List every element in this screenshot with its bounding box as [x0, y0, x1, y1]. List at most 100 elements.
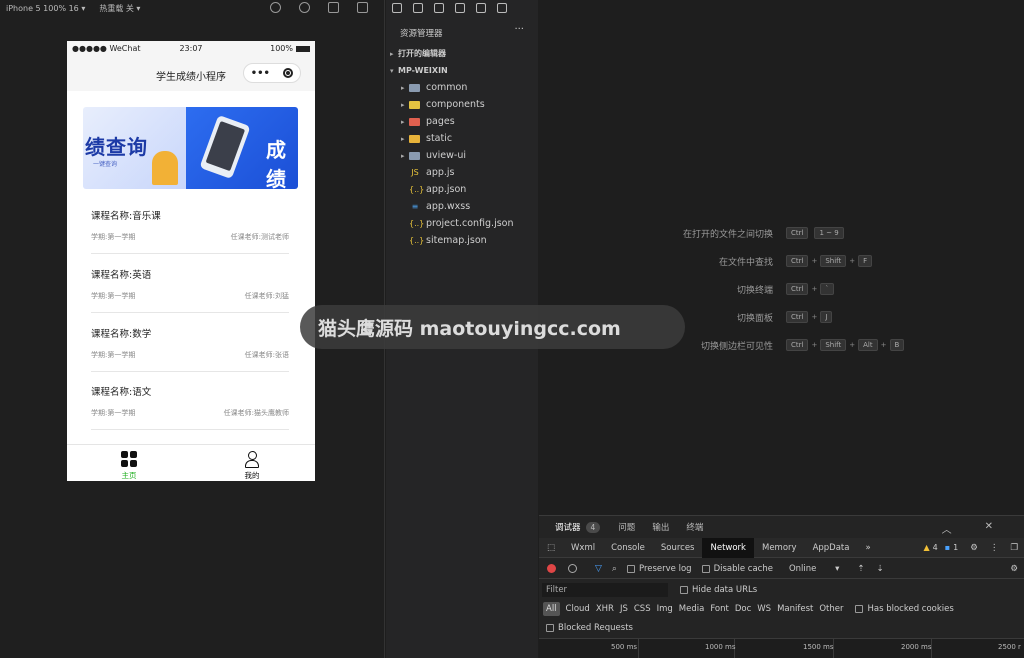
hotreload-select[interactable]: 热重载 关 ▾	[99, 3, 140, 14]
course-item[interactable]: 课程名称:语文 学期:第一学期 任课老师:猫头鹰教师	[91, 378, 289, 430]
tree-item-label: components	[426, 99, 485, 110]
tab-home-label: 主页	[121, 471, 137, 480]
timeline-label: 1000 ms	[705, 643, 736, 651]
type-filter-doc[interactable]: Doc	[735, 604, 751, 614]
blocked-requests-label: Blocked Requests	[558, 623, 633, 633]
close-miniprogram-icon[interactable]	[283, 68, 294, 78]
banner-image[interactable]: 绩查询 一键查询 成绩	[83, 107, 298, 189]
gear-icon[interactable]: ⚙	[964, 538, 984, 558]
panel-tabs: 调试器 4 问题 输出 终端 ︿ ✕	[539, 516, 1024, 538]
stop-icon[interactable]	[299, 2, 310, 13]
tab-memory[interactable]: Memory	[754, 538, 805, 558]
record-icon[interactable]	[547, 564, 556, 573]
editor-area: 在打开的文件之间切换 Ctrl 1 ~ 9 在文件中查找 Ctrl + Shift…	[539, 0, 1024, 515]
shortcut-hint: 在打开的文件之间切换 Ctrl 1 ~ 9	[619, 226, 1019, 240]
tree-item-common[interactable]: ▸ common	[401, 82, 553, 93]
type-filter-img[interactable]: Img	[657, 604, 673, 614]
tab-sources[interactable]: Sources	[653, 538, 703, 558]
type-filter-xhr[interactable]: XHR	[596, 604, 614, 614]
blocked-cookies-checkbox[interactable]: Has blocked cookies	[855, 604, 954, 614]
tab-mine-label: 我的	[244, 471, 260, 480]
tree-item-uview-ui[interactable]: ▸ uview-ui	[401, 150, 553, 161]
type-filter-all[interactable]: All	[543, 602, 560, 616]
phone-icon[interactable]	[328, 2, 339, 13]
issues-counter[interactable]: ▲ 4 ▪ 1	[923, 543, 964, 552]
json-file-icon: {..}	[409, 219, 425, 228]
course-item[interactable]: 课程名称:英语 学期:第一学期 任课老师:刘猛	[91, 261, 289, 313]
open-editors-section[interactable]: ▸ 打开的编辑器	[390, 48, 542, 59]
export-icon[interactable]: ⇣	[877, 564, 884, 574]
device-select[interactable]: iPhone 5 100% 16 ▾	[6, 4, 85, 13]
throttle-select[interactable]: Online ▾	[789, 564, 839, 574]
refresh-icon[interactable]	[270, 2, 281, 13]
tree-item-label: project.config.json	[426, 218, 514, 229]
chevron-up-icon[interactable]: ︿	[942, 521, 952, 536]
folder-icon	[409, 83, 420, 92]
banner-right-title: 成绩	[266, 138, 286, 189]
type-filter-other[interactable]: Other	[819, 604, 843, 614]
more-icon[interactable]: •••	[251, 68, 270, 79]
import-icon[interactable]: ⇡	[857, 564, 864, 574]
window-icon[interactable]	[357, 2, 368, 13]
kebab-menu-icon[interactable]: ⋮	[984, 538, 1005, 558]
source-control-icon[interactable]	[434, 3, 444, 13]
hide-data-urls-checkbox[interactable]: Hide data URLs	[680, 585, 757, 595]
more-actions-icon[interactable]: ···	[514, 24, 524, 35]
tree-item-static[interactable]: ▸ static	[401, 133, 553, 144]
type-filter-manifest[interactable]: Manifest	[777, 604, 813, 614]
tab-network[interactable]: Network	[702, 537, 754, 558]
debug-icon[interactable]	[455, 3, 465, 13]
filter-icon[interactable]: ▽	[595, 564, 602, 574]
dock-icon[interactable]: ❐	[1004, 538, 1024, 558]
network-settings-icon[interactable]: ⚙	[1010, 564, 1018, 574]
search-icon[interactable]: ⌕	[612, 564, 617, 574]
chevron-down-icon: ▾	[390, 66, 394, 75]
close-icon[interactable]: ✕	[985, 521, 993, 536]
timeline-label: 1500 ms	[803, 643, 834, 651]
tab-console[interactable]: Console	[603, 538, 653, 558]
inspect-icon[interactable]: ⬚	[539, 538, 563, 558]
tab-appdata[interactable]: AppData	[805, 538, 858, 558]
search-icon[interactable]	[413, 3, 423, 13]
tab-problems[interactable]: 问题	[618, 521, 635, 533]
tab-debugger[interactable]: 调试器	[555, 521, 581, 533]
docker-icon[interactable]	[497, 3, 507, 13]
type-filter-media[interactable]: Media	[679, 604, 705, 614]
type-filter-cloud[interactable]: Cloud	[566, 604, 590, 614]
type-filter-ws[interactable]: WS	[757, 604, 771, 614]
phone-screen: ●●●●● WeChat 23:07 100% 学生成绩小程序 ••• 绩查询 …	[67, 41, 315, 481]
debugger-panel: 调试器 4 问题 输出 终端 ︿ ✕ ⬚ Wxml Console Source…	[539, 515, 1024, 658]
type-filter-css[interactable]: CSS	[634, 604, 651, 614]
course-item[interactable]: 课程名称:音乐课 学期:第一学期 任课老师:测试老师	[91, 202, 289, 254]
menu-capsule[interactable]: •••	[243, 63, 301, 83]
tree-item-pages[interactable]: ▸ pages	[401, 116, 553, 127]
tree-item-label: app.wxss	[426, 201, 471, 212]
banner-left-subtitle: 一键查询	[93, 161, 118, 168]
tab-wxml[interactable]: Wxml	[563, 538, 603, 558]
preserve-log-checkbox[interactable]: Preserve log	[626, 564, 692, 574]
tab-home[interactable]: 主页	[99, 451, 159, 481]
tree-item-components[interactable]: ▸ components	[401, 99, 553, 110]
js-file-icon: JS	[411, 168, 419, 177]
key: 1 ~ 9	[814, 227, 844, 239]
tree-item-label: app.js	[426, 167, 455, 178]
course-item[interactable]: 课程名称:数学 学期:第一学期 任课老师:张语	[91, 320, 289, 372]
type-filter-js[interactable]: JS	[620, 604, 628, 614]
type-filter-font[interactable]: Font	[710, 604, 729, 614]
disable-cache-checkbox[interactable]: Disable cache	[701, 564, 773, 574]
clear-icon[interactable]	[568, 564, 577, 573]
extensions-icon[interactable]	[476, 3, 486, 13]
checkbox-icon	[701, 564, 710, 573]
project-section[interactable]: ▾ MP-WEIXIN	[390, 66, 542, 75]
status-time: 23:07	[179, 44, 203, 53]
blocked-requests-checkbox[interactable]: Blocked Requests	[546, 623, 633, 633]
tab-terminal[interactable]: 终端	[686, 521, 703, 533]
files-icon[interactable]	[392, 3, 402, 13]
throttle-label: Online	[788, 563, 817, 574]
tab-mine[interactable]: 我的	[222, 451, 282, 481]
tab-output[interactable]: 输出	[652, 521, 669, 533]
more-tabs-icon[interactable]: »	[857, 538, 878, 558]
filter-input[interactable]: Filter	[542, 583, 668, 597]
status-bar: ●●●●● WeChat 23:07 100%	[67, 41, 315, 56]
devtools-tabs: ⬚ Wxml Console Sources Network Memory Ap…	[539, 537, 1024, 558]
